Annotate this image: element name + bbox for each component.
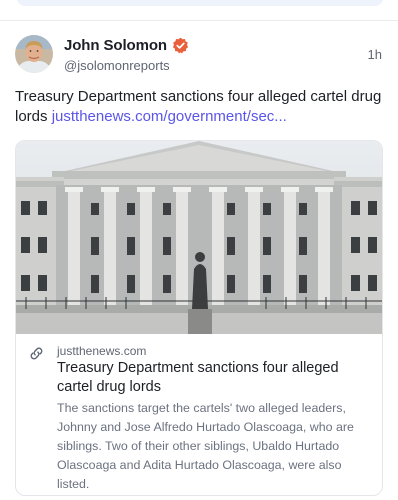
post-timestamp[interactable]: 1h [368,47,382,62]
link-preview-card[interactable]: justthenews.com Treasury Department sanc… [15,140,383,496]
author-row: John Solomon [64,37,189,54]
avatar[interactable] [15,35,53,73]
previous-post-card [16,0,384,6]
post-text: Treasury Department sanctions four alleg… [15,87,383,127]
link-icon [30,347,43,360]
post-link[interactable]: justthenews.com/government/sec... [52,108,287,125]
link-card-domain[interactable]: justthenews.com [57,344,146,358]
author-name[interactable]: John Solomon [64,37,167,54]
link-card-title[interactable]: Treasury Department sanctions four alleg… [57,359,375,397]
treasury-building-photo [16,141,382,334]
avatar-photo [15,35,53,73]
post[interactable]: John Solomon @jsolomonreports 1h Treasur… [0,21,398,500]
verified-badge-icon [172,37,189,54]
previous-post-area [0,0,398,22]
link-card-description: The sanctions target the cartels' two al… [57,401,354,491]
author-handle[interactable]: @jsolomonreports [64,58,170,73]
